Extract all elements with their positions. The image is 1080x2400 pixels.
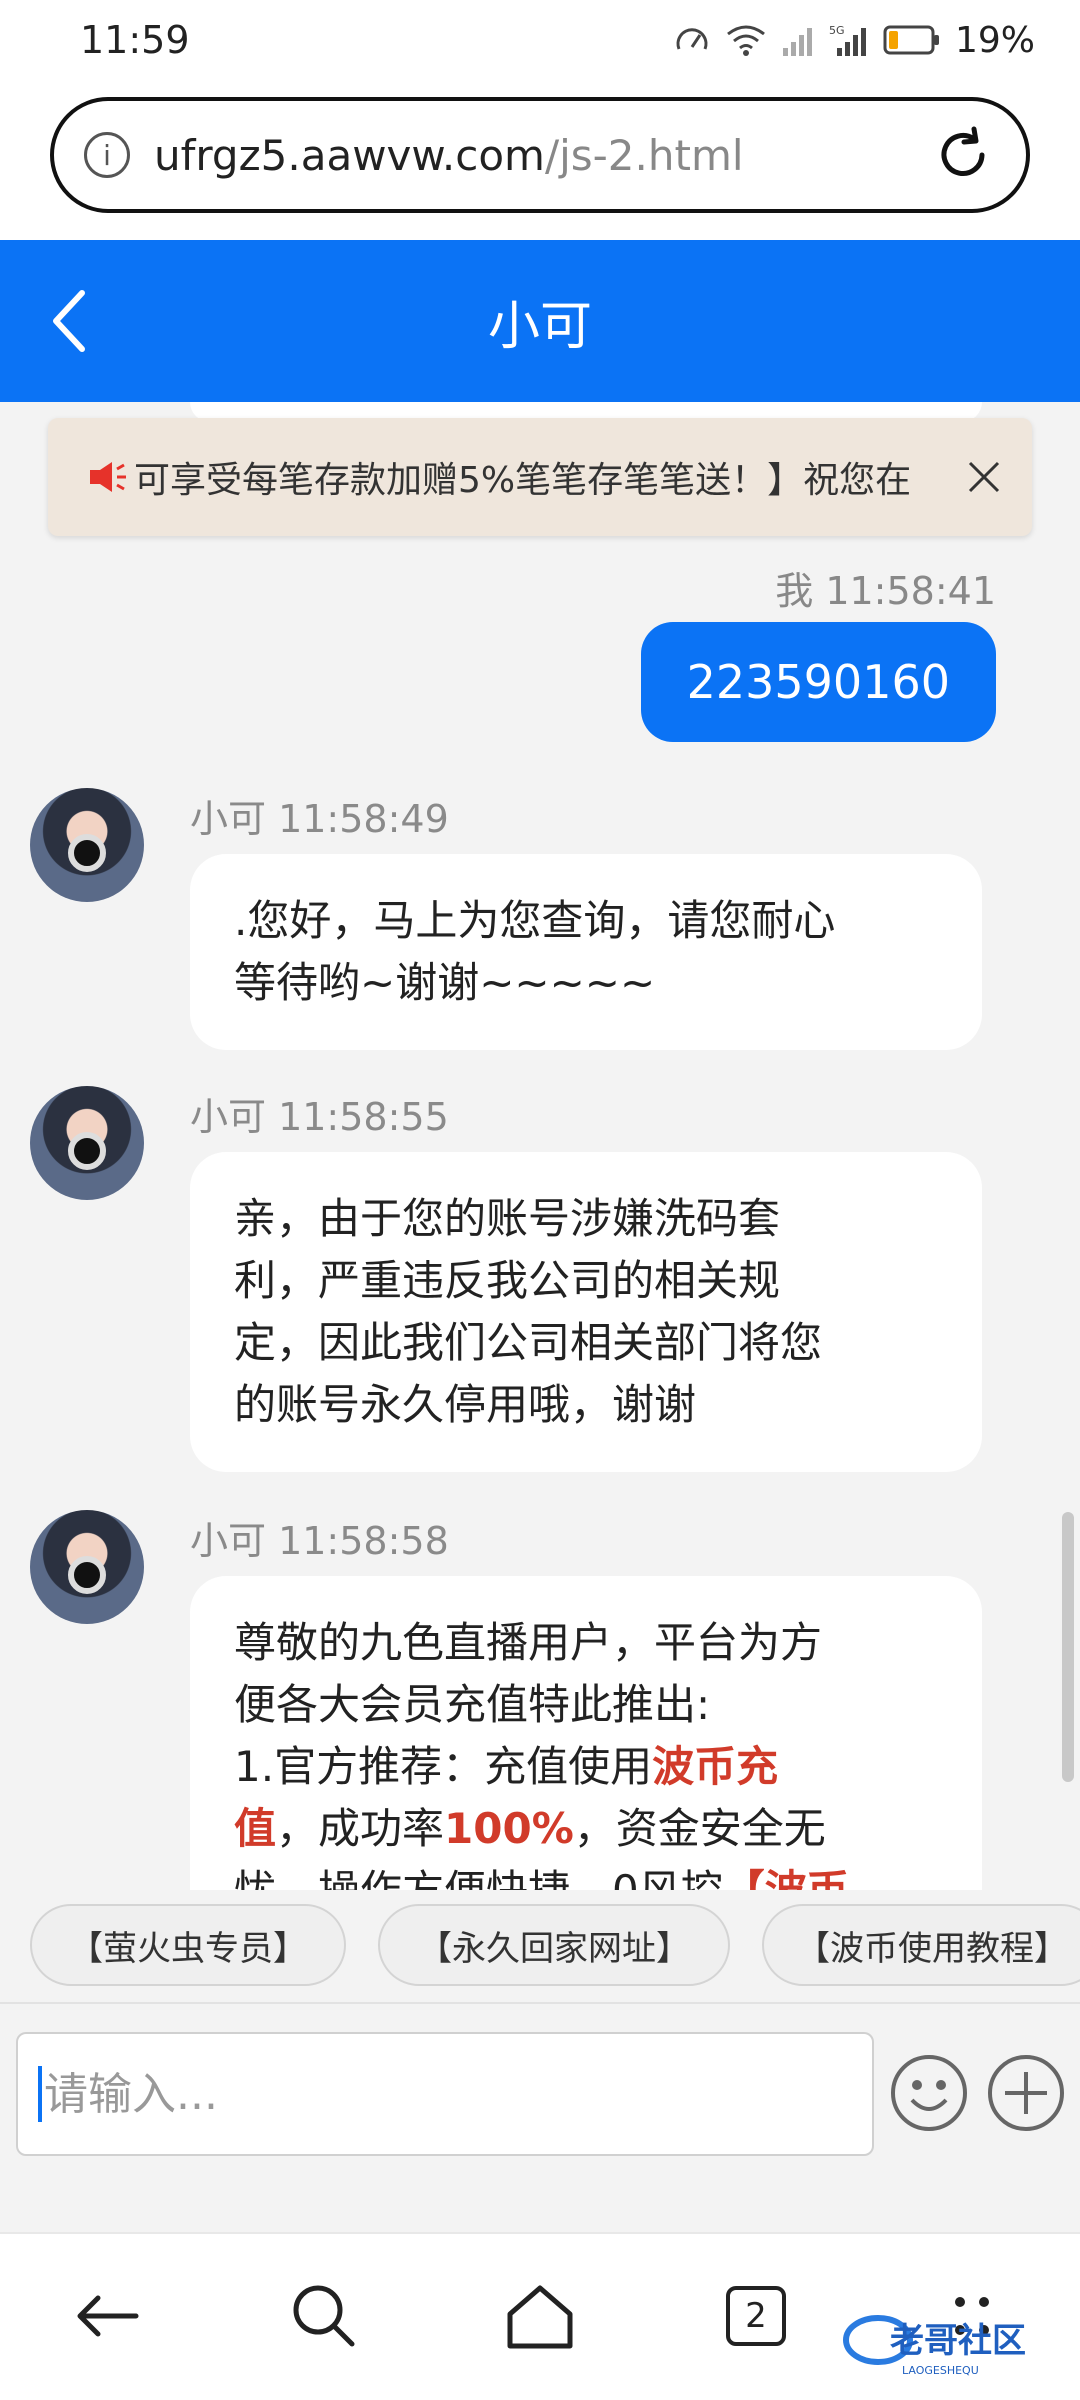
reload-icon[interactable] <box>930 122 996 188</box>
message-text: ，成功率 <box>276 1804 445 1853</box>
speed-icon <box>676 28 708 50</box>
highlight-text: 100% <box>444 1804 574 1853</box>
notice-text-wrap: 可享受每笔存款加赠5%笔笔存笔笔送！】祝您在 <box>88 451 960 503</box>
address-bar[interactable]: i ufrgz5.aawvw.com/js-2.html <box>50 97 1030 213</box>
tabs-button[interactable]: 2 <box>714 2274 798 2358</box>
svg-text:5G: 5G <box>829 24 845 37</box>
watermark-text: 老哥社区 <box>890 2321 1026 2361</box>
info-icon[interactable]: i <box>84 132 130 178</box>
tabs-count: 2 <box>745 2296 767 2336</box>
quick-reply-chip[interactable]: 【永久回家网址】 <box>378 1904 730 1986</box>
message-line: 等待哟~谢谢~~~~~ <box>234 958 656 1007</box>
message-input-box[interactable] <box>16 2032 874 2156</box>
emoji-icon[interactable] <box>888 2052 970 2134</box>
avatar[interactable] <box>30 1086 144 1200</box>
chat-title: 小可 <box>487 296 592 357</box>
status-icons: 5G 19% <box>673 20 1035 61</box>
message-line: 便各大会员充值特此推出: <box>234 1680 711 1729</box>
message-bubble[interactable]: .您好，马上为您查询，请您耐心 等待哟~谢谢~~~~~ <box>190 854 982 1050</box>
quick-reply-chip[interactable]: 【波币使用教程】 <box>762 1904 1080 1986</box>
message-meta: 小可 11:58:55 <box>190 1095 449 1139</box>
signal-icon <box>782 28 812 56</box>
quick-replies: 【萤火虫专员】 【永久回家网址】 【波币使用教程】 <box>0 1890 1080 2002</box>
message-line: 亲，由于您的账号涉嫌洗码套 <box>234 1194 781 1243</box>
back-arrow-icon[interactable] <box>40 281 100 361</box>
notice-text: 可享受每笔存款加赠5%笔笔存笔笔送！】祝您在 <box>134 460 912 501</box>
message-meta: 小可 11:58:49 <box>190 797 449 841</box>
chat-header: 小可 <box>0 240 1080 402</box>
highlight-text: 波币充 <box>652 1742 779 1791</box>
signal-5g-icon: 5G <box>829 24 866 56</box>
search-icon[interactable] <box>282 2274 366 2358</box>
message-text: ，资金安全无 <box>573 1804 826 1853</box>
message-line: 利，严重违反我公司的相关规 <box>234 1256 781 1305</box>
highlight-text: 【波币 <box>723 1866 849 1890</box>
watermark-subtext: LAOGESHEQU <box>902 2364 979 2377</box>
url-text[interactable]: ufrgz5.aawvw.com/js-2.html <box>154 131 930 180</box>
scrollbar[interactable] <box>1062 1512 1074 1782</box>
notice-banner: 可享受每笔存款加赠5%笔笔存笔笔送！】祝您在 <box>48 418 1032 536</box>
text-caret <box>38 2066 42 2122</box>
message-line: 值，成功率100%，资金安全无 <box>234 1798 938 1860</box>
plus-icon[interactable] <box>985 2052 1067 2134</box>
url-host: ufrgz5.aawvw.com <box>154 130 545 180</box>
battery-level: 19% <box>954 19 1035 61</box>
input-area <box>0 2002 1080 2232</box>
message-line: 1.官方推荐：充值使用波币充 <box>234 1736 938 1798</box>
status-bar: 11:59 5G 19% <box>0 0 1080 80</box>
tabs-icon: 2 <box>726 2286 786 2346</box>
avatar[interactable] <box>30 788 144 902</box>
message-text: 1.官方推荐：充值使用 <box>234 1742 653 1791</box>
status-time: 11:59 <box>80 18 190 62</box>
message-meta: 小可 11:58:58 <box>190 1519 449 1563</box>
avatar[interactable] <box>30 1510 144 1624</box>
watermark-logo: 老哥社区 LAOGESHEQU <box>843 2315 1026 2377</box>
message-input[interactable] <box>43 2068 852 2120</box>
message-meta-me: 我 11:58:41 <box>775 569 996 613</box>
quick-reply-chip[interactable]: 【萤火虫专员】 <box>30 1904 346 1986</box>
browser-toolbar: i ufrgz5.aawvw.com/js-2.html <box>0 80 1080 240</box>
message-bubble[interactable]: 尊敬的九色直播用户，平台为方 便各大会员充值特此推出: 1.官方推荐：充值使用波… <box>190 1576 982 1890</box>
message-bubble[interactable]: 亲，由于您的账号涉嫌洗码套 利，严重违反我公司的相关规 定，因此我们公司相关部门… <box>190 1152 982 1472</box>
message-line: 定，因此我们公司相关部门将您 <box>234 1318 823 1367</box>
url-path: /js-2.html <box>544 130 744 180</box>
battery-icon <box>883 25 939 55</box>
close-icon[interactable] <box>960 453 1008 501</box>
message-line: 尊敬的九色直播用户，平台为方 <box>234 1618 823 1667</box>
back-icon[interactable] <box>66 2274 150 2358</box>
message-line: 的账号永久停用哦，谢谢 <box>234 1380 697 1429</box>
message-line: 忧，操作方便快捷，0风控【波币 <box>234 1860 938 1890</box>
chat-messages[interactable]: 我 11:58:41 223590160 小可 11:58:49 .您好，马上为… <box>0 402 1080 1890</box>
wifi-icon <box>727 25 765 56</box>
message-text: 忧，操作方便快捷，0风控 <box>234 1866 723 1890</box>
home-icon[interactable] <box>498 2274 582 2358</box>
highlight-text: 值 <box>234 1804 277 1853</box>
message-line: .您好，马上为您查询，请您耐心 <box>234 896 836 945</box>
message-bubble-me[interactable]: 223590160 <box>640 622 996 742</box>
speaker-icon <box>90 462 126 492</box>
